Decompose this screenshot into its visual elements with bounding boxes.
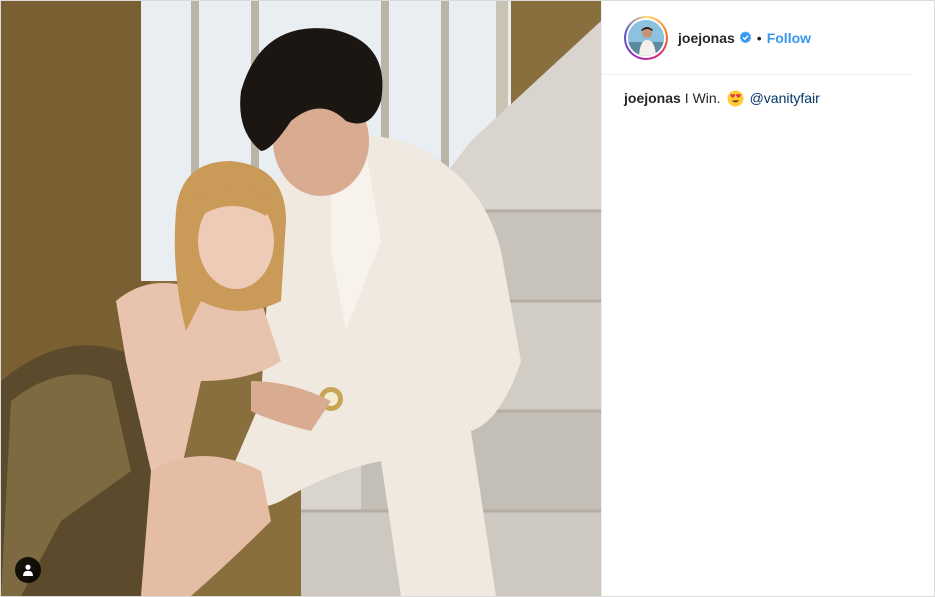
- person-icon: [23, 564, 33, 576]
- verified-badge-shape: [739, 31, 752, 44]
- post-photo[interactable]: [1, 1, 601, 596]
- photo-illustration: [1, 1, 601, 596]
- separator-dot: •: [756, 29, 762, 46]
- user-tag-icon[interactable]: [15, 557, 41, 583]
- caption-mention-link[interactable]: @vanityfair: [750, 89, 820, 107]
- instagram-post: joejonas • Follow joejonas I Win. @vanit…: [0, 0, 935, 597]
- heart-eyes-emoji-shape: [727, 90, 744, 106]
- avatar: [628, 19, 664, 56]
- caption-text: I Win.: [684, 90, 721, 106]
- post-sidebar: joejonas • Follow joejonas I Win. @vanit…: [601, 1, 934, 596]
- username[interactable]: joejonas: [678, 30, 735, 46]
- post-caption: joejonas I Win. @vanityfair: [602, 75, 934, 107]
- story-ring[interactable]: [624, 15, 668, 60]
- heart-eyes-emoji-icon: [727, 90, 744, 107]
- avatar-frame: [626, 17, 666, 58]
- avatar-image: [628, 19, 664, 56]
- follow-button[interactable]: Follow: [767, 30, 811, 46]
- post-header: joejonas • Follow: [602, 1, 912, 75]
- caption-username[interactable]: joejonas: [624, 89, 681, 107]
- verified-badge-icon: [739, 31, 752, 44]
